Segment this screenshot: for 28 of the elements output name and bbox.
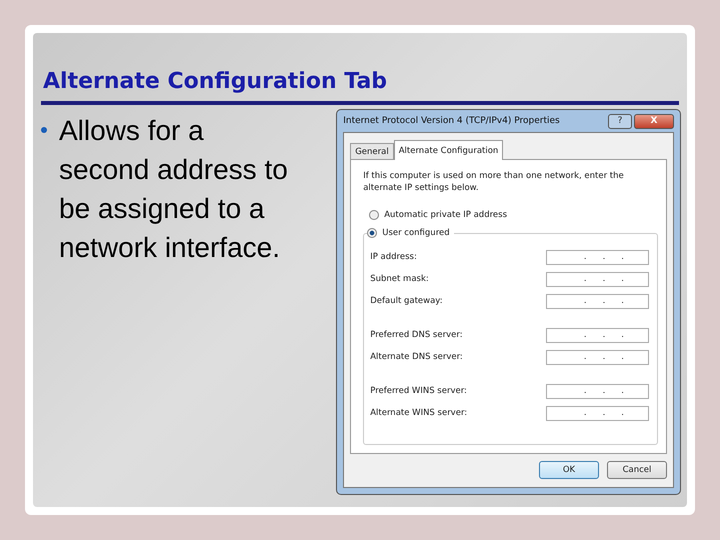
description-text: If this computer is used on more than one network, enter the alternate IP settings below. (363, 170, 625, 194)
tab[interactable]: General (350, 143, 394, 159)
dialog-button[interactable]: Cancel (607, 461, 667, 479)
radio-label[interactable]: Automatic private IP address (384, 210, 507, 220)
bullet-icon (41, 127, 47, 133)
field-label: Preferred WINS server: (370, 386, 467, 396)
ip-address-field[interactable]: . . . (546, 250, 649, 264)
field-label: Default gateway: (370, 296, 443, 306)
ip-address-field[interactable]: . . . (546, 350, 649, 364)
window-title: Internet Protocol Version 4 (TCP/IPv4) Properties (343, 116, 561, 126)
radio-label[interactable]: User configured (382, 228, 450, 238)
field-label: Subnet mask: (370, 274, 429, 284)
ip-address-field[interactable]: . . . (546, 384, 649, 398)
tab[interactable]: Alternate Configuration (394, 140, 504, 160)
ip-address-field[interactable]: . . . (546, 294, 649, 308)
slide-title: Alternate Configuration Tab (43, 69, 388, 96)
ip-address-field[interactable]: . . . (546, 272, 649, 286)
field-label: Alternate WINS server: (370, 408, 468, 418)
field-label: Alternate DNS server: (370, 352, 463, 362)
radio-button[interactable] (369, 210, 380, 220)
field-label: IP address: (370, 252, 417, 262)
help-button[interactable]: ? (608, 114, 632, 128)
ip-address-field[interactable]: . . . (546, 328, 649, 342)
bullet-text: Allows for a second address to be assigned to a network interface. (59, 114, 289, 265)
dialog-button[interactable]: OK (539, 461, 599, 479)
ip-address-field[interactable]: . . . (546, 406, 649, 420)
field-label: Preferred DNS server: (370, 330, 463, 340)
radio-button[interactable] (367, 228, 378, 238)
